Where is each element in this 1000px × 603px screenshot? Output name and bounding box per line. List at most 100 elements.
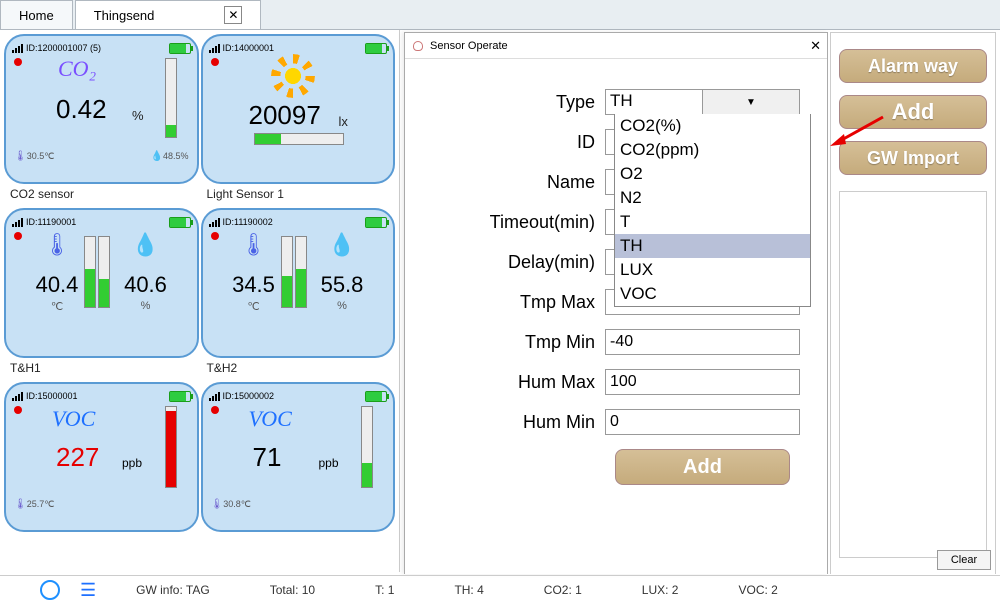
tile-value: 0.42 [56,94,107,125]
tile-label: Light Sensor 1 [201,184,396,206]
tmpmax-label: Tmp Max [415,292,605,313]
thermometer-icon: 🌡 [14,151,27,162]
battery-icon [169,391,191,402]
tile-label: T&H1 [4,358,199,380]
status-t: T: 1 [375,583,394,597]
tab-home-label: Home [19,8,54,23]
tile-label: T&H2 [201,358,396,380]
foot-temp: 🌡25.7℃ [14,499,54,510]
type-select[interactable]: TH ▼ [605,89,800,115]
dialog-titlebar[interactable]: Sensor Operate ✕ [405,33,827,59]
tile-unit: lx [339,114,348,129]
signal-icon [209,391,220,401]
tile-type: VOC [249,406,292,432]
tile-id: ID:11190002 [223,217,273,227]
drop-icon: 💧 [328,232,355,258]
tile-value: 20097 [249,100,321,131]
option-o2[interactable]: O2 [615,162,810,186]
gw-import-button[interactable]: GW Import [839,141,987,175]
battery-icon [365,217,387,228]
type-label: Type [415,92,605,113]
sensor-operate-dialog: Sensor Operate ✕ Type TH ▼ ID Name Timeo… [404,32,828,574]
hum-unit: % [337,300,347,312]
signal-icon [12,217,23,227]
tile-value: 71 [253,442,282,473]
tile-th2[interactable]: ID:11190002 🌡 34.5 ℃ 💧 [201,208,396,358]
hummax-label: Hum Max [415,372,605,393]
tmpmin-label: Tmp Min [415,332,605,353]
battery-icon [365,43,387,54]
battery-icon [169,217,191,228]
tab-home[interactable]: Home [0,0,73,29]
hum-bar [98,236,110,308]
thermometer-icon: 🌡 [14,499,27,510]
option-n2[interactable]: N2 [615,186,810,210]
status-th: TH: 4 [454,583,483,597]
temp-value: 40.4 [36,272,79,298]
tile-id: ID:14000001 [223,43,275,53]
temp-bar [281,236,293,308]
tab-bar: Home Thingsend ✕ [0,0,1000,30]
hum-unit: % [141,300,151,312]
timeout-label: Timeout(min) [415,212,605,233]
temp-value: 34.5 [232,272,275,298]
log-box [839,191,987,558]
add-button[interactable]: Add [839,95,987,129]
status-lux: LUX: 2 [642,583,679,597]
option-voc[interactable]: VOC [615,282,810,306]
option-t[interactable]: T [615,210,810,234]
list-icon[interactable]: ☰ [80,583,96,597]
option-co2ppm[interactable]: CO2(ppm) [615,138,810,162]
refresh-icon[interactable] [40,580,60,600]
tile-voc1[interactable]: ID:15000001 VOC 227 ppb 🌡25.7℃ [4,382,199,532]
option-co2pct[interactable]: CO2(%) [615,114,810,138]
option-lux[interactable]: LUX [615,258,810,282]
tile-voc2[interactable]: ID:15000002 VOC 71 ppb 🌡30.8℃ [201,382,396,532]
hum-bar [295,236,307,308]
status-voc: VOC: 2 [738,583,777,597]
dialog-close-icon[interactable]: ✕ [810,38,821,54]
foot-hum: 💧48.5% [151,151,189,162]
level-bar [165,406,177,488]
chevron-down-icon[interactable]: ▼ [702,90,799,114]
dialog-add-button[interactable]: Add [615,449,790,485]
status-co2: CO2: 1 [544,583,582,597]
tile-label: CO2 sensor [4,184,199,206]
battery-icon [365,391,387,402]
status-gw: GW info: TAG [136,583,210,597]
java-icon [411,39,425,53]
hummin-label: Hum Min [415,412,605,433]
clear-button[interactable]: Clear [937,550,991,570]
drop-icon: 💧 [151,151,163,162]
temp-unit: ℃ [51,300,63,313]
signal-icon [12,43,23,53]
alarm-way-button[interactable]: Alarm way [839,49,987,83]
tab-thingsend[interactable]: Thingsend ✕ [75,0,262,29]
tile-unit: ppb [122,456,142,470]
sun-icon [279,62,307,90]
level-bar [165,58,177,138]
tile-co2[interactable]: ID:1200001007 (5) CO₂ 0.42 % 🌡30.5℃ 💧48.… [4,34,199,184]
foot-temp: 🌡30.5℃ [14,151,54,162]
tile-unit: ppb [319,456,339,470]
hummax-input[interactable] [605,369,800,395]
tile-th1[interactable]: ID:11190001 🌡 40.4 ℃ 💧 [4,208,199,358]
tile-id: ID:1200001007 (5) [26,43,101,53]
hum-value: 40.6 [124,272,167,298]
type-value: TH [606,90,702,114]
type-dropdown[interactable]: CO2(%) CO2(ppm) O2 N2 T TH LUX VOC [614,114,811,307]
hummin-input[interactable] [605,409,800,435]
tile-type: VOC [52,406,95,432]
tab-close-icon[interactable]: ✕ [224,6,242,24]
tile-type: CO₂ [58,56,96,82]
temp-bar [84,236,96,308]
tab-thingsend-label: Thingsend [94,8,155,23]
status-bar: ☰ GW info: TAG Total: 10 T: 1 TH: 4 CO2:… [0,575,1000,603]
option-th[interactable]: TH [615,234,810,258]
tmpmin-input[interactable] [605,329,800,355]
sensor-tile-area: ID:1200001007 (5) CO₂ 0.42 % 🌡30.5℃ 💧48.… [0,30,400,572]
tile-id: ID:15000001 [26,391,78,401]
tile-light[interactable]: ID:14000001 20097 lx [201,34,396,184]
right-panel: Alarm way Add GW Import Clear [830,32,996,574]
temp-unit: ℃ [247,300,259,313]
